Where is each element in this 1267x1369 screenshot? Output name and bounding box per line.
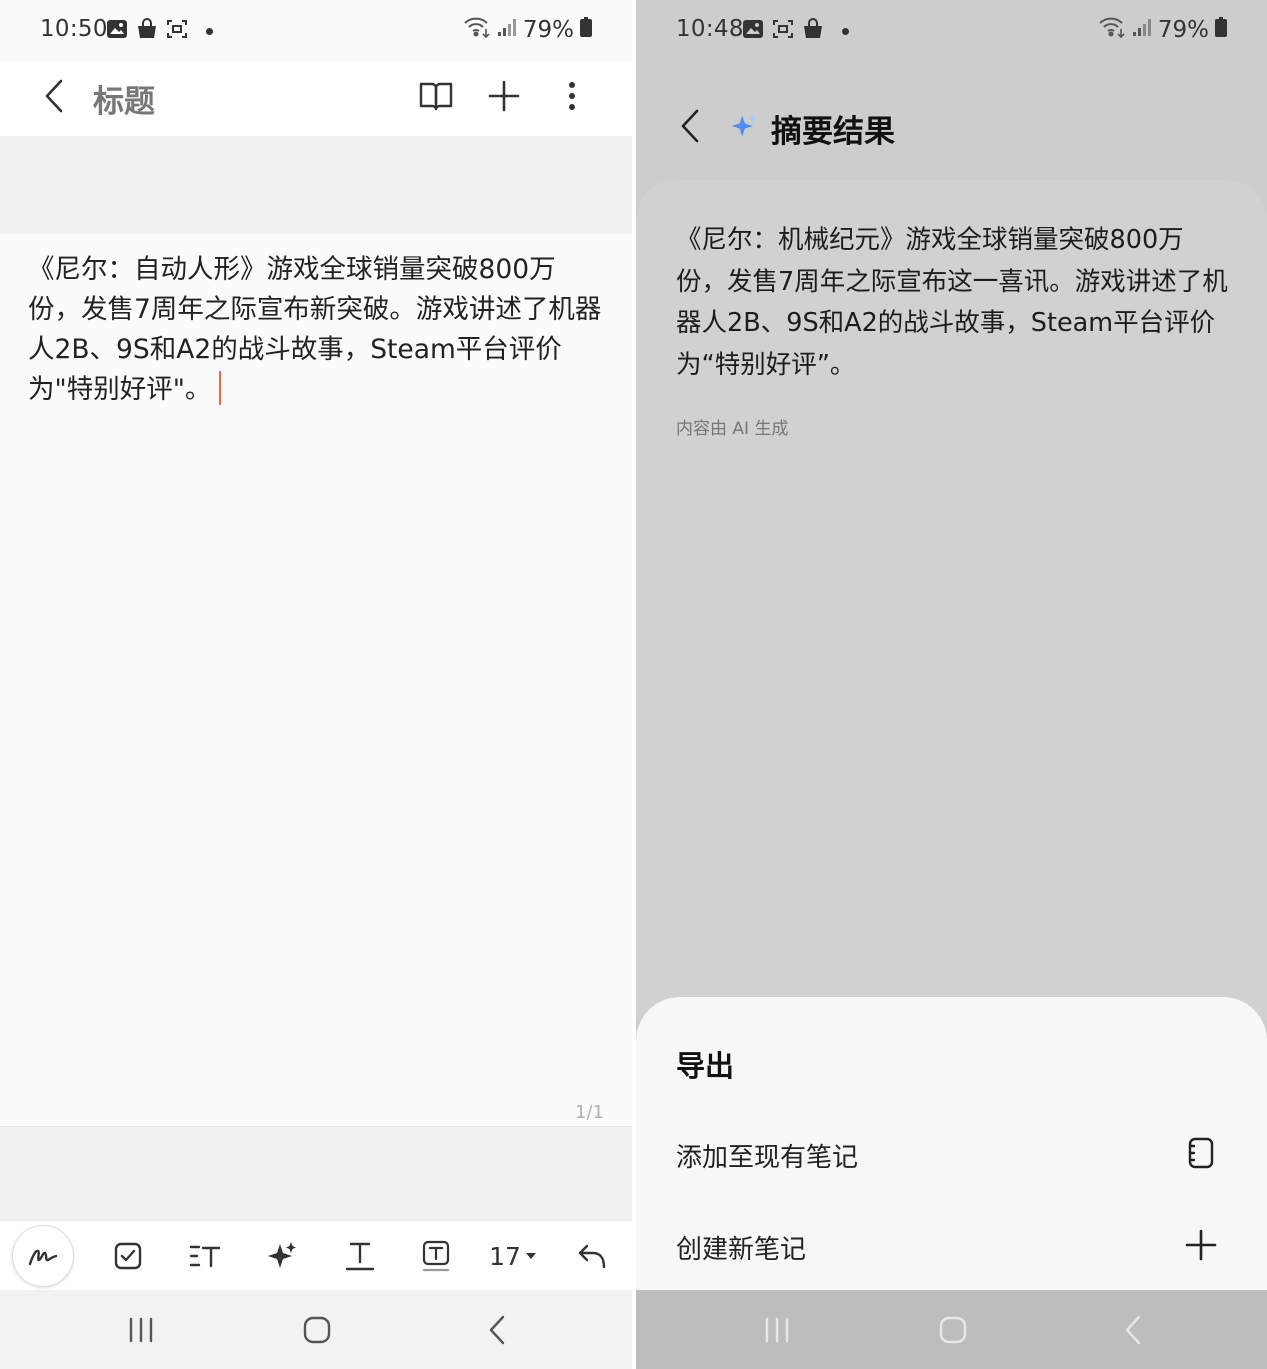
note-editor-screen: 10:50 79% 标题 《尼尔：自动人形》游戏全球销量突破800万份，发售7周…: [0, 0, 632, 1369]
page-title: 摘要结果: [771, 114, 895, 150]
signal-icon: [497, 17, 517, 43]
gallery-icon: [742, 19, 764, 43]
ai-sparkle-icon: [730, 112, 758, 144]
status-time: 10:48: [676, 16, 744, 42]
ai-assist-button[interactable]: [262, 1227, 302, 1285]
text-box-icon: [422, 1240, 450, 1272]
ai-sparkle-icon: [268, 1242, 296, 1268]
more-options-button[interactable]: [552, 74, 592, 118]
navigation-bar: [0, 1290, 632, 1369]
screenshot-icon: [772, 18, 794, 44]
summary-text: 《尼尔：机械纪元》游戏全球销量突破800万份，发售7周年之际宣布这一喜讯。游戏讲…: [676, 225, 1228, 380]
recent-apps-button[interactable]: [760, 1312, 794, 1348]
book-icon: [419, 82, 453, 111]
back-icon: [45, 79, 63, 113]
text-underline-icon: [345, 1242, 375, 1271]
checkbox-icon: [114, 1242, 142, 1270]
undo-icon: [578, 1244, 606, 1269]
text-cursor: [219, 371, 222, 405]
plus-icon: [488, 80, 520, 112]
home-button[interactable]: [936, 1312, 970, 1348]
more-icon: [569, 82, 575, 110]
page-indicator: 1/1: [575, 1102, 604, 1123]
nav-back-icon: [1125, 1315, 1141, 1345]
navigation-bar: [636, 1290, 1267, 1369]
ai-generated-note: 内容由 AI 生成: [676, 419, 789, 439]
option-label: 添加至现有笔记: [676, 1143, 859, 1173]
toolbar-spacer: [0, 1126, 632, 1220]
status-bar: 10:48 79%: [636, 0, 1267, 62]
recent-apps-icon: [765, 1317, 789, 1343]
battery-icon: [580, 17, 592, 43]
shopping-bag-icon: [136, 18, 158, 44]
notebook-icon: [1183, 1133, 1219, 1173]
text-style-button[interactable]: [185, 1227, 225, 1285]
home-icon: [939, 1316, 967, 1344]
back-button[interactable]: [36, 76, 72, 116]
nav-back-button[interactable]: [1116, 1312, 1150, 1348]
summary-result-screen: 10:48 79% 摘要结果 《尼尔：机械纪元》游戏全球销量突破800万份，发售…: [636, 0, 1267, 1369]
home-icon: [303, 1316, 331, 1344]
add-to-existing-note-option[interactable]: 添加至现有笔记: [636, 1115, 1267, 1195]
screenshot-icon: [166, 18, 188, 44]
create-new-note-option[interactable]: 创建新笔记: [636, 1207, 1267, 1287]
font-size-value: 17: [489, 1241, 521, 1271]
plus-icon: [1183, 1225, 1219, 1265]
home-button[interactable]: [300, 1312, 334, 1348]
text-box-button[interactable]: [416, 1227, 456, 1285]
summary-header: 摘要结果: [636, 90, 1267, 170]
text-format-button[interactable]: [340, 1227, 380, 1285]
pen-tool-button[interactable]: [12, 1225, 74, 1287]
notification-dot: [842, 27, 849, 35]
recent-apps-button[interactable]: [124, 1312, 158, 1348]
undo-button[interactable]: [572, 1227, 612, 1285]
battery-percent: 79%: [1157, 17, 1209, 43]
pen-icon: [28, 1249, 58, 1266]
battery-icon: [1215, 17, 1227, 43]
status-time: 10:50: [40, 16, 108, 42]
reading-mode-button[interactable]: [416, 74, 456, 118]
gallery-icon: [106, 19, 128, 43]
font-size-selector[interactable]: 17: [488, 1227, 538, 1285]
recent-apps-icon: [129, 1317, 153, 1343]
signal-icon: [1132, 17, 1152, 43]
checkbox-button[interactable]: [108, 1227, 148, 1285]
wifi-icon: [463, 16, 491, 44]
note-text: 《尼尔：自动人形》游戏全球销量突破800万份，发售7周年之际宣布新突破。游戏讲述…: [28, 254, 602, 405]
text-style-icon: [189, 1245, 221, 1268]
status-bar: 10:50 79%: [0, 0, 632, 62]
note-header: 标题: [0, 62, 632, 136]
export-sheet: 导出 添加至现有笔记 创建新笔记: [636, 997, 1267, 1290]
chevron-down-icon: [525, 1253, 536, 1259]
note-body[interactable]: 《尼尔：自动人形》游戏全球销量突破800万份，发售7周年之际宣布新突破。游戏讲述…: [28, 250, 608, 410]
nav-back-icon: [489, 1315, 505, 1345]
export-sheet-title: 导出: [676, 1049, 735, 1083]
add-button[interactable]: [484, 74, 524, 118]
nav-back-button[interactable]: [480, 1312, 514, 1348]
shopping-bag-icon: [802, 18, 824, 44]
editing-toolbar: 17: [0, 1220, 632, 1290]
back-icon: [681, 109, 699, 143]
battery-percent: 79%: [522, 17, 574, 43]
summary-card: 《尼尔：机械纪元》游戏全球销量突破800万份，发售7周年之际宣布这一喜讯。游戏讲…: [636, 180, 1267, 1020]
option-label: 创建新笔记: [676, 1235, 807, 1265]
wifi-icon: [1098, 16, 1126, 44]
back-button[interactable]: [672, 106, 708, 146]
header-spacer: [0, 136, 632, 234]
title-input[interactable]: 标题: [93, 76, 155, 121]
notification-dot: [206, 27, 213, 35]
